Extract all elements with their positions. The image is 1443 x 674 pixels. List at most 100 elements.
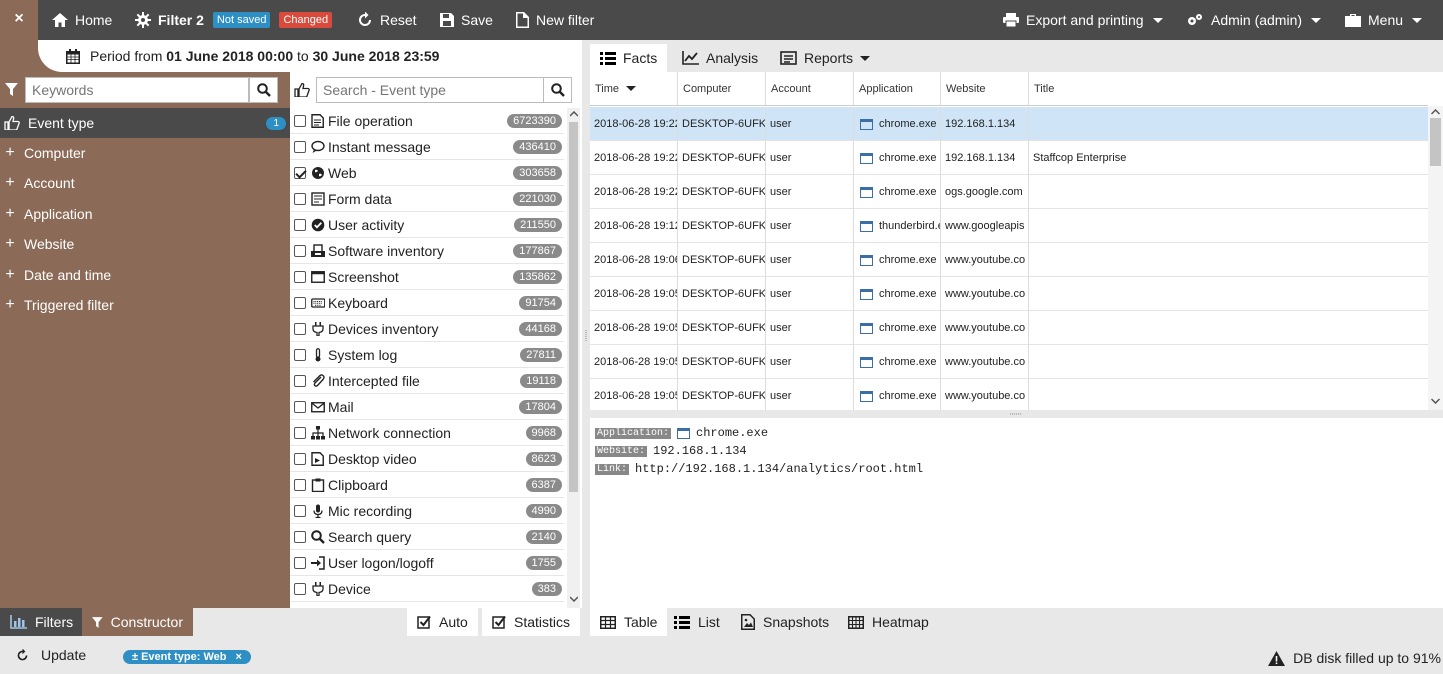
checkbox[interactable] [294,270,306,283]
checkbox[interactable] [294,296,306,309]
main-menu[interactable]: Menu [1345,0,1423,40]
checkbox[interactable] [294,452,306,465]
view-snapshots-tab[interactable]: Snapshots [731,608,839,636]
category-date-time[interactable]: + Date and time [0,260,290,290]
checkbox[interactable] [294,530,306,543]
scrollbar-thumb[interactable] [1430,118,1441,166]
admin-menu[interactable]: Admin (admin) [1186,0,1322,40]
table-scrollbar[interactable] [1428,106,1443,410]
category-event-type[interactable]: Event type 1 [0,108,290,138]
checkbox[interactable] [294,244,306,257]
reset-button[interactable]: Reset [357,0,417,40]
category-application[interactable]: + Application [0,199,290,229]
table-row[interactable]: 2018-06-28 19:22 DESKTOP-6UFKR user chrome.… [590,175,1428,209]
category-triggered-filter[interactable]: + Triggered filter [0,290,290,320]
new-filter-button[interactable]: New filter [516,0,594,40]
table-row[interactable]: 2018-06-28 19:05 DESKTOP-6UFKR user chrome.… [590,345,1428,379]
event-type-item[interactable]: User logon/logoff 1755 [290,550,564,576]
event-type-item[interactable]: Search query 2140 [290,524,564,550]
checkbox[interactable] [294,140,306,153]
checkbox[interactable] [294,556,306,569]
event-type-item[interactable]: Software inventory 177867 [290,238,564,264]
vertical-splitter[interactable] [582,40,590,608]
checkbox[interactable] [294,218,306,231]
home-button[interactable]: Home [52,0,112,40]
view-table-tab[interactable]: Table [590,608,668,636]
column-header-website[interactable]: Website [941,72,1029,106]
column-header-computer[interactable]: Computer [678,72,766,106]
checkbox[interactable] [294,374,306,387]
event-type-item[interactable]: Instant message 436410 [290,134,564,160]
column-header-title[interactable]: Title [1029,72,1428,106]
table-row[interactable]: 2018-06-28 19:05 DESKTOP-6UFKR user chrome.… [590,379,1428,410]
tab-analysis[interactable]: Analysis [672,44,768,72]
event-type-search-button[interactable] [543,77,572,103]
chip-remove-icon[interactable]: × [236,651,242,663]
statistics-toggle[interactable]: Statistics [482,608,581,636]
view-heatmap-tab[interactable]: Heatmap [838,608,939,636]
table-row[interactable]: 2018-06-28 19:22 DESKTOP-6UFKR user chrome.… [590,107,1428,141]
event-type-item[interactable]: Keyboard 91754 [290,290,564,316]
table-row[interactable]: 2018-06-28 19:05 DESKTOP-6UFKR user chrome.… [590,277,1428,311]
detail-link-value[interactable]: http://192.168.1.134/analytics/root.html [635,462,923,476]
checkbox[interactable] [294,478,306,491]
column-header-time[interactable]: Time [590,72,678,106]
table-row[interactable]: 2018-06-28 19:12 DESKTOP-6UFKR user thunder… [590,209,1428,243]
plus-icon: + [5,174,15,191]
checkbox[interactable] [294,114,306,127]
event-type-item[interactable]: Form data 221030 [290,186,564,212]
checkbox[interactable] [294,400,306,413]
event-type-item[interactable]: Web 303658 [290,160,564,186]
table-row[interactable]: 2018-06-28 19:22 DESKTOP-6UFKR user chrome.… [590,141,1428,175]
event-type-item[interactable]: File operation 6723390 [290,108,564,134]
active-filter-chip[interactable]: ± Event type: Web × [123,650,251,664]
event-type-item[interactable]: Devices inventory 44168 [290,316,564,342]
checkbox[interactable] [294,504,306,517]
filter-title[interactable]: Filter 2 Not saved Changed [135,0,333,40]
checkbox[interactable] [294,426,306,439]
event-type-label: Web [328,164,357,181]
event-type-item[interactable]: Desktop video 8623 [290,446,564,472]
event-type-search-input[interactable] [316,77,544,103]
event-type-item[interactable]: Device 383 [290,576,564,602]
event-type-item[interactable]: System log 27811 [290,342,564,368]
cell-app: chrome.exe [854,243,941,277]
filters-tab[interactable]: Filters [0,608,84,636]
keywords-search-button[interactable] [249,77,278,103]
category-account[interactable]: + Account [0,168,290,198]
checkbox-checked[interactable] [294,166,306,179]
keywords-input[interactable] [25,77,249,103]
save-button[interactable]: Save [440,0,493,40]
checkbox[interactable] [294,582,306,595]
scrollbar-thumb[interactable] [569,122,578,492]
event-type-item[interactable]: Mail 17804 [290,394,564,420]
event-type-item[interactable]: Mic recording 4990 [290,498,564,524]
column-header-application[interactable]: Application [854,72,941,106]
event-type-item[interactable]: Network connection 9968 [290,420,564,446]
update-button[interactable]: Update [16,647,86,663]
cell-time: 2018-06-28 19:06 [590,243,678,277]
event-type-item[interactable]: Intercepted file 19118 [290,368,564,394]
event-type-scrollbar[interactable] [567,108,580,608]
checkbox[interactable] [294,348,306,361]
constructor-tab[interactable]: Constructor [82,608,193,636]
event-type-item[interactable]: Clipboard 6387 [290,472,564,498]
period-bar[interactable]: Period from 01 June 2018 00:00 to 30 Jun… [38,40,586,72]
cell-app: chrome.exe [854,141,941,175]
auto-toggle[interactable]: Auto [407,608,478,636]
table-row[interactable]: 2018-06-28 19:06 DESKTOP-6UFKR user chrome.… [590,243,1428,277]
close-button[interactable]: × [0,0,38,40]
view-list-tab[interactable]: List [664,608,730,636]
table-row[interactable]: 2018-06-28 19:05 DESKTOP-6UFKR user chrome.… [590,311,1428,345]
export-printing-menu[interactable]: Export and printing [1003,0,1163,40]
tab-facts[interactable]: Facts [590,44,668,72]
horizontal-splitter[interactable] [590,410,1443,418]
event-type-item[interactable]: User activity 211550 [290,212,564,238]
checkbox[interactable] [294,192,306,205]
event-type-item[interactable]: Screenshot 135862 [290,264,564,290]
column-header-account[interactable]: Account [766,72,854,106]
tab-reports[interactable]: Reports [770,44,880,72]
checkbox[interactable] [294,322,306,335]
category-website[interactable]: + Website [0,229,290,259]
category-computer[interactable]: + Computer [0,138,290,168]
